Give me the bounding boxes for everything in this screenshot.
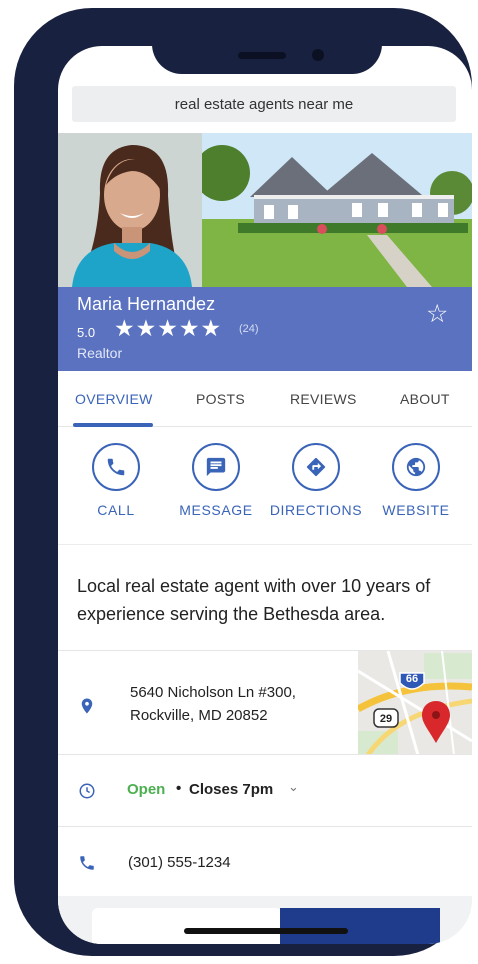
- address-row[interactable]: 5640 Nicholson Ln #300, Rockville, MD 20…: [58, 650, 472, 755]
- agent-photo: [58, 133, 202, 287]
- house-photo: [202, 133, 472, 287]
- hours-separator: •: [176, 780, 182, 797]
- chevron-down-icon[interactable]: ⌄: [288, 780, 299, 795]
- agent-header: Maria Hernandez 5.0 ★★★★★ (24) Realtor ☆: [58, 287, 472, 371]
- save-star-icon[interactable]: ☆: [426, 299, 448, 328]
- call-label: CALL: [97, 502, 135, 518]
- phone-number[interactable]: (301) 555-1234: [128, 854, 231, 871]
- phone-row[interactable]: (301) 555-1234: [58, 826, 472, 896]
- directions-label: DIRECTIONS: [269, 502, 363, 518]
- message-button[interactable]: MESSAGE: [166, 443, 266, 518]
- business-description: Local real estate agent with over 10 yea…: [77, 576, 431, 624]
- rating-value: 5.0: [77, 325, 96, 340]
- globe-icon: [406, 457, 426, 477]
- map-thumbnail[interactable]: 66 29: [358, 651, 472, 755]
- route-66-label: 66: [406, 673, 418, 685]
- hours-row[interactable]: Open • Closes 7pm ⌄: [58, 754, 472, 826]
- carousel-card-photo[interactable]: [280, 908, 440, 944]
- address-line1: 5640 Nicholson Ln #300,: [130, 684, 296, 701]
- tab-reviews[interactable]: REVIEWS: [290, 391, 357, 407]
- closing-time: Closes 7pm: [189, 781, 274, 798]
- website-button[interactable]: WEBSITE: [366, 443, 466, 518]
- agent-name: Maria Hernandez: [77, 294, 216, 314]
- clock-icon: [79, 783, 95, 799]
- tab-about[interactable]: ABOUT: [400, 391, 450, 407]
- message-icon: [206, 457, 226, 477]
- phone-frame: real estate agents near me Maria Hernand…: [14, 8, 472, 956]
- speaker-grille: [238, 52, 286, 59]
- hero-images: [58, 133, 472, 287]
- call-button[interactable]: CALL: [66, 443, 166, 518]
- address-line2: Rockville, MD 20852: [130, 707, 268, 724]
- directions-icon: [306, 457, 326, 477]
- review-count[interactable]: (24): [239, 323, 259, 335]
- directions-button[interactable]: DIRECTIONS: [266, 443, 366, 518]
- phone-icon: [80, 856, 94, 870]
- phone-screen: real estate agents near me Maria Hernand…: [58, 46, 472, 944]
- location-pin-icon: [81, 698, 93, 714]
- tab-posts[interactable]: POSTS: [196, 391, 245, 407]
- address-text: 5640 Nicholson Ln #300, Rockville, MD 20…: [130, 681, 296, 727]
- carousel-card[interactable]: [92, 908, 282, 944]
- search-input[interactable]: real estate agents near me: [72, 86, 456, 122]
- route-29-label: 29: [380, 713, 392, 725]
- website-label: WEBSITE: [382, 502, 450, 518]
- home-indicator[interactable]: [184, 928, 348, 934]
- agent-category: Realtor: [77, 345, 123, 361]
- open-status: Open: [127, 781, 166, 798]
- phone-icon: [107, 458, 125, 476]
- tab-bar: OVERVIEW POSTS REVIEWS ABOUT: [58, 371, 472, 427]
- tab-overview[interactable]: OVERVIEW: [75, 391, 153, 407]
- phone-notch: [152, 16, 382, 74]
- message-label: MESSAGE: [179, 502, 253, 518]
- front-camera: [312, 49, 324, 61]
- photo-carousel-preview: [58, 896, 472, 944]
- action-buttons: CALL MESSAGE DIRECTIONS WEBSITE: [58, 427, 472, 545]
- rating-stars: ★★★★★: [114, 316, 223, 342]
